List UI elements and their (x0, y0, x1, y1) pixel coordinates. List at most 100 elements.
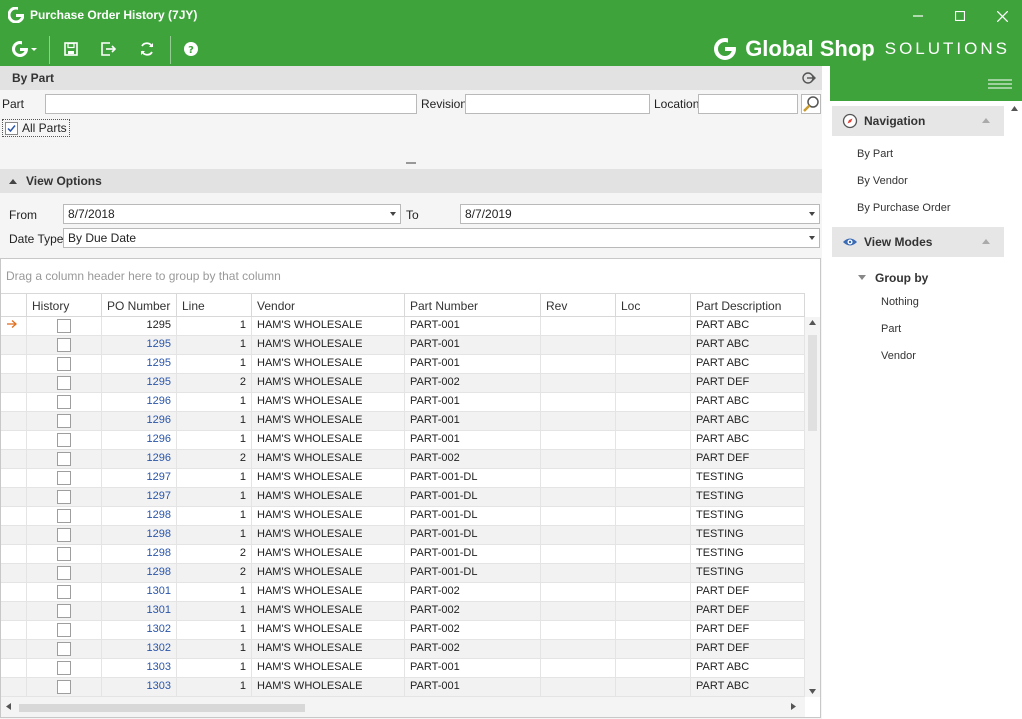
cell-vendor[interactable]: HAM'S WHOLESALE (252, 621, 405, 640)
cell-part[interactable]: PART-002 (405, 583, 541, 602)
cell-rev[interactable] (541, 583, 616, 602)
history-checkbox[interactable] (57, 566, 71, 580)
cell-po[interactable]: 1295 (102, 317, 177, 336)
cell-part[interactable]: PART-001-DL (405, 507, 541, 526)
cell-loc[interactable] (616, 393, 691, 412)
history-checkbox[interactable] (57, 376, 71, 390)
location-input[interactable] (698, 94, 798, 114)
cell-po[interactable]: 1302 (102, 640, 177, 659)
cell-rev[interactable] (541, 602, 616, 621)
cell-vendor[interactable]: HAM'S WHOLESALE (252, 374, 405, 393)
revision-input[interactable] (465, 94, 650, 114)
cell-desc[interactable]: PART ABC (691, 393, 805, 412)
cell-line[interactable]: 1 (177, 507, 252, 526)
export-button[interactable] (98, 36, 120, 62)
cell-line[interactable]: 1 (177, 317, 252, 336)
cell-po[interactable]: 1301 (102, 583, 177, 602)
cell-line[interactable]: 1 (177, 488, 252, 507)
cell-desc[interactable]: PART ABC (691, 412, 805, 431)
nav-item-by-purchase-order[interactable]: By Purchase Order (857, 202, 951, 214)
cell-loc[interactable] (616, 488, 691, 507)
cell-loc[interactable] (616, 621, 691, 640)
cell-loc[interactable] (616, 526, 691, 545)
cell-part[interactable]: PART-001 (405, 431, 541, 450)
cell-vendor[interactable]: HAM'S WHOLESALE (252, 336, 405, 355)
table-row[interactable]: 1303 1 HAM'S WHOLESALE PART-001 PART ABC (1, 659, 805, 678)
cell-desc[interactable]: TESTING (691, 545, 805, 564)
column-header-rev[interactable]: Rev (541, 294, 616, 317)
cell-rev[interactable] (541, 526, 616, 545)
cell-rev[interactable] (541, 621, 616, 640)
cell-line[interactable]: 2 (177, 545, 252, 564)
history-checkbox[interactable] (57, 661, 71, 675)
cell-desc[interactable]: TESTING (691, 488, 805, 507)
part-input[interactable] (45, 94, 417, 114)
cell-desc[interactable]: PART DEF (691, 374, 805, 393)
cell-line[interactable]: 1 (177, 621, 252, 640)
cell-desc[interactable]: PART ABC (691, 431, 805, 450)
cell-po[interactable]: 1298 (102, 526, 177, 545)
view-options-header[interactable]: View Options (0, 169, 822, 193)
cell-part[interactable]: PART-001-DL (405, 488, 541, 507)
minimize-button[interactable] (905, 6, 931, 26)
cell-po[interactable]: 1297 (102, 488, 177, 507)
cell-rev[interactable] (541, 545, 616, 564)
cell-po[interactable]: 1298 (102, 564, 177, 583)
cell-vendor[interactable]: HAM'S WHOLESALE (252, 659, 405, 678)
scroll-left-icon[interactable] (6, 703, 11, 710)
cell-po[interactable]: 1296 (102, 450, 177, 469)
table-row[interactable]: 1302 1 HAM'S WHOLESALE PART-002 PART DEF (1, 621, 805, 640)
history-checkbox[interactable] (57, 547, 71, 561)
navigation-header[interactable]: Navigation (832, 106, 1004, 136)
cell-part[interactable]: PART-002 (405, 621, 541, 640)
cell-line[interactable]: 1 (177, 526, 252, 545)
cell-po[interactable]: 1295 (102, 355, 177, 374)
cell-desc[interactable]: TESTING (691, 526, 805, 545)
history-checkbox[interactable] (57, 528, 71, 542)
cell-desc[interactable]: TESTING (691, 507, 805, 526)
cell-desc[interactable]: PART DEF (691, 583, 805, 602)
cell-desc[interactable]: TESTING (691, 469, 805, 488)
cell-part[interactable]: PART-001-DL (405, 564, 541, 583)
column-header-line[interactable]: Line (177, 294, 252, 317)
history-checkbox[interactable] (57, 395, 71, 409)
cell-line[interactable]: 1 (177, 469, 252, 488)
cell-line[interactable]: 1 (177, 659, 252, 678)
cell-rev[interactable] (541, 507, 616, 526)
cell-line[interactable]: 1 (177, 678, 252, 697)
vertical-scrollbar[interactable] (805, 317, 820, 697)
history-checkbox[interactable] (57, 509, 71, 523)
cell-vendor[interactable]: HAM'S WHOLESALE (252, 469, 405, 488)
cell-loc[interactable] (616, 412, 691, 431)
cell-line[interactable]: 2 (177, 450, 252, 469)
table-row[interactable]: 1295 1 HAM'S WHOLESALE PART-001 PART ABC (1, 355, 805, 374)
cell-vendor[interactable]: HAM'S WHOLESALE (252, 640, 405, 659)
side-scroll-up-icon[interactable] (1011, 106, 1018, 111)
cell-part[interactable]: PART-001-DL (405, 469, 541, 488)
cell-loc[interactable] (616, 374, 691, 393)
cell-line[interactable]: 2 (177, 374, 252, 393)
table-row[interactable]: 1297 1 HAM'S WHOLESALE PART-001-DL TESTING (1, 488, 805, 507)
horizontal-scroll-thumb[interactable] (19, 704, 305, 712)
history-checkbox[interactable] (57, 471, 71, 485)
cell-vendor[interactable]: HAM'S WHOLESALE (252, 564, 405, 583)
cell-vendor[interactable]: HAM'S WHOLESALE (252, 393, 405, 412)
cell-part[interactable]: PART-002 (405, 640, 541, 659)
cell-rev[interactable] (541, 678, 616, 697)
cell-desc[interactable]: PART ABC (691, 678, 805, 697)
cell-vendor[interactable]: HAM'S WHOLESALE (252, 602, 405, 621)
table-row[interactable]: 1298 1 HAM'S WHOLESALE PART-001-DL TESTING (1, 526, 805, 545)
cell-line[interactable]: 1 (177, 336, 252, 355)
cell-line[interactable]: 1 (177, 355, 252, 374)
view-modes-header[interactable]: View Modes (832, 227, 1004, 257)
group-by-vendor[interactable]: Vendor (881, 350, 916, 362)
cell-rev[interactable] (541, 393, 616, 412)
horizontal-scrollbar[interactable] (1, 697, 805, 717)
cell-po[interactable]: 1301 (102, 602, 177, 621)
group-by-part[interactable]: Part (881, 323, 901, 335)
cell-po[interactable]: 1295 (102, 374, 177, 393)
cell-line[interactable]: 1 (177, 583, 252, 602)
history-checkbox[interactable] (57, 452, 71, 466)
cell-vendor[interactable]: HAM'S WHOLESALE (252, 450, 405, 469)
cell-part[interactable]: PART-001 (405, 393, 541, 412)
